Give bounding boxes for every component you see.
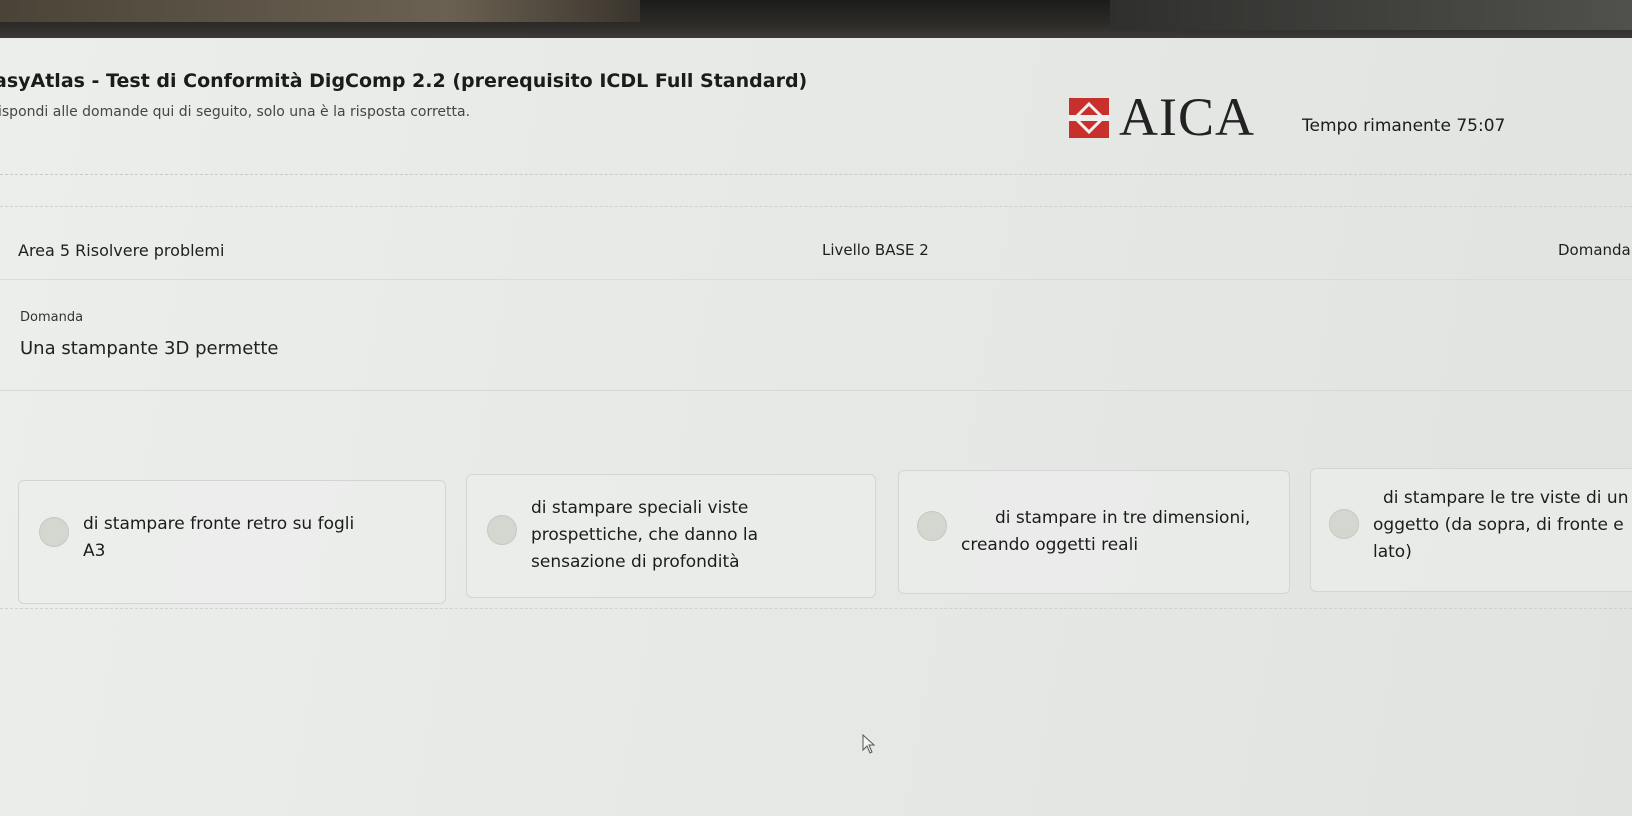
answer-line: di stampare le tre viste di un [1383,488,1629,508]
aica-logo: AICA [1069,90,1259,144]
time-remaining: Tempo rimanente 75:07 [1302,116,1505,136]
answer-line: A3 [83,541,106,561]
background-shelf [0,0,640,22]
browser-viewport: asyAtlas - Test di Conformità DigComp 2.… [0,38,1632,816]
answer-line: creando oggetti reali [961,535,1139,555]
answer-radio-1[interactable] [39,517,69,547]
answer-line: di stampare speciali viste [531,498,749,518]
answer-option-2[interactable]: di stampare speciali viste prospettiche,… [466,474,876,598]
question-text: Una stampante 3D permette [20,338,279,359]
answer-line: prospettiche, che danno la [531,525,759,545]
level-label: Livello BASE 2 [822,241,929,259]
answer-radio-4[interactable] [1329,509,1359,539]
answer-radio-2[interactable] [487,515,517,545]
answer-text-4: di stampare le tre viste di un oggetto (… [1373,485,1632,566]
answer-option-3[interactable]: di stampare in tre dimensioni, creando o… [898,470,1290,594]
question-panel: Domanda Una stampante 3D permette [0,280,1632,391]
logo-wordmark: AICA [1119,87,1255,147]
timer-label: Tempo rimanente [1302,116,1451,136]
answer-option-4[interactable]: di stampare le tre viste di un oggetto (… [1310,468,1632,592]
area-label: Area 5 Risolvere problemi [18,241,225,260]
answer-text-3: di stampare in tre dimensioni, creando o… [961,505,1281,559]
answer-text-2: di stampare speciali viste prospettiche,… [531,495,861,576]
mouse-pointer-icon [862,733,876,758]
answer-line: oggetto (da sopra, di fronte e [1373,515,1624,535]
page-title: asyAtlas - Test di Conformità DigComp 2.… [0,70,808,92]
answer-line: lato) [1373,542,1412,562]
answer-text-1: di stampare fronte retro su fogli A3 [83,511,433,565]
instructions-text: ispondi alle domande qui di seguito, sol… [0,104,471,120]
test-header: asyAtlas - Test di Conformità DigComp 2.… [0,48,1632,175]
answer-line: di stampare fronte retro su fogli [83,514,355,534]
question-info-bar: Area 5 Risolvere problemi Livello BASE 2… [0,206,1632,280]
answer-radio-3[interactable] [917,511,947,541]
background-object [1110,0,1632,30]
question-counter: Domanda [1558,241,1631,259]
aica-logo-icon [1069,98,1109,138]
monitor-bezel [0,0,1632,38]
answer-options: di stampare fronte retro su fogli A3 di … [0,398,1632,609]
timer-value: 75:07 [1456,116,1506,136]
question-caption: Domanda [20,310,84,325]
answer-line: sensazione di profondità [531,552,740,572]
answer-option-1[interactable]: di stampare fronte retro su fogli A3 [18,480,446,604]
answer-line: di stampare in tre dimensioni, [995,508,1251,528]
